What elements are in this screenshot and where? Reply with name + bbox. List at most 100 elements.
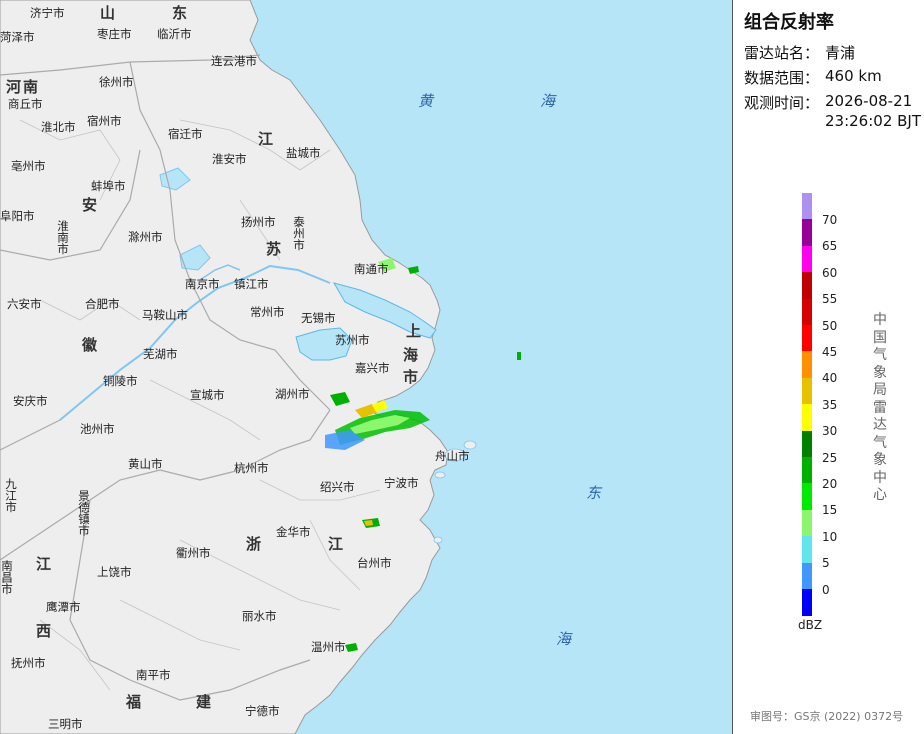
info-panel: 组合反射率 雷达站名： 青浦 数据范围： 460 km 观测时间： 2026-0… bbox=[734, 0, 924, 734]
legend-swatch bbox=[802, 562, 812, 590]
legend-swatch bbox=[802, 536, 812, 564]
city-label: 商丘市 bbox=[8, 97, 43, 111]
city-label: 三明市 bbox=[48, 717, 83, 731]
sea-label: 黄 bbox=[418, 92, 434, 110]
issuer-char: 达 bbox=[873, 417, 887, 433]
city-label: 徐州市 bbox=[99, 75, 134, 89]
city-label: 宿迁市 bbox=[168, 127, 203, 141]
city-label: 泰州市 bbox=[292, 216, 306, 251]
city-label: 九江市 bbox=[4, 478, 18, 513]
city-label: 阜阳市 bbox=[0, 209, 35, 223]
city-label: 池州市 bbox=[80, 422, 115, 436]
city-label: 无锡市 bbox=[301, 311, 336, 325]
issuer-char: 中 bbox=[873, 312, 887, 328]
city-label: 镇江市 bbox=[234, 277, 269, 291]
city-label: 盐城市 bbox=[286, 146, 321, 160]
city-label: 六安市 bbox=[7, 297, 42, 311]
city-label: 蚌埠市 bbox=[91, 179, 126, 193]
city-label: 宁波市 bbox=[384, 476, 419, 490]
legend-unit: dBZ bbox=[798, 618, 823, 632]
legend-swatch bbox=[802, 430, 812, 458]
city-label: 淮南市 bbox=[56, 220, 70, 255]
station-row: 雷达站名： 青浦 bbox=[744, 42, 855, 63]
legend-label: 10 bbox=[822, 529, 838, 544]
legend-label: 65 bbox=[822, 239, 838, 254]
province-label: 浙 bbox=[246, 535, 264, 553]
city-label: 抚州市 bbox=[11, 656, 46, 670]
city-label: 衢州市 bbox=[176, 546, 211, 560]
legend-swatch bbox=[802, 325, 812, 352]
legend-swatch bbox=[802, 509, 812, 537]
legend-label: 15 bbox=[822, 503, 838, 518]
province-label: 江 bbox=[36, 555, 54, 573]
city-label: 上饶市 bbox=[97, 565, 132, 579]
city-label: 嘉兴市 bbox=[355, 361, 390, 375]
issuer-char: 象 bbox=[873, 452, 887, 468]
city-label: 淮安市 bbox=[212, 152, 247, 166]
legend-swatch bbox=[802, 404, 812, 432]
product-title: 组合反射率 bbox=[744, 12, 834, 33]
legend-label: 30 bbox=[822, 424, 838, 439]
city-label: 铜陵市 bbox=[103, 374, 138, 388]
time-clock: 23:26:02 BJT bbox=[825, 112, 922, 130]
city-label: 绍兴市 bbox=[320, 480, 355, 494]
legend-label: 5 bbox=[822, 556, 830, 571]
issuer-label: 中国气象局雷达气象中心 bbox=[872, 312, 888, 505]
city-label: 马鞍山市 bbox=[142, 308, 188, 322]
legend-label: 60 bbox=[822, 265, 838, 280]
legend-label: 20 bbox=[822, 477, 838, 491]
issuer-char: 气 bbox=[873, 347, 887, 363]
city-label: 鹰潭市 bbox=[46, 600, 81, 614]
time-row-2: 23:26:02 BJT bbox=[744, 112, 921, 130]
province-label: 上 bbox=[406, 322, 424, 340]
issuer-char: 心 bbox=[873, 487, 887, 503]
city-label: 芜湖市 bbox=[143, 347, 178, 361]
city-label: 苏州市 bbox=[335, 333, 370, 347]
legend-swatch bbox=[802, 193, 812, 220]
station-value: 青浦 bbox=[825, 44, 856, 62]
city-label: 安庆市 bbox=[13, 394, 48, 408]
province-label: 山 bbox=[100, 4, 118, 22]
city-label: 台州市 bbox=[357, 556, 392, 570]
issuer-char: 国 bbox=[873, 329, 887, 346]
issuer-char: 中 bbox=[873, 469, 887, 486]
city-label: 淮北市 bbox=[41, 120, 76, 134]
time-label: 观测时间： bbox=[744, 94, 820, 112]
issuer-char: 象 bbox=[873, 364, 887, 381]
city-label: 黄山市 bbox=[128, 457, 163, 471]
city-label: 南京市 bbox=[185, 277, 220, 291]
city-label: 扬州市 bbox=[241, 215, 276, 229]
legend-label: 35 bbox=[822, 397, 838, 412]
time-row: 观测时间： 2026-08-21 bbox=[744, 92, 912, 113]
city-label: 南昌市 bbox=[0, 560, 14, 595]
city-label: 湖州市 bbox=[275, 387, 310, 401]
legend-swatch bbox=[802, 589, 812, 616]
city-label: 滁州市 bbox=[128, 230, 163, 244]
range-value: 460 km bbox=[825, 67, 882, 85]
station-label: 雷达站名： bbox=[744, 44, 820, 62]
province-label: 海 bbox=[403, 346, 421, 364]
time-date: 2026-08-21 bbox=[825, 92, 913, 110]
legend-label: 70 bbox=[822, 213, 838, 227]
city-label: 宁德市 bbox=[245, 704, 280, 718]
city-label: 菏泽市 bbox=[0, 30, 35, 44]
city-label: 景德镇市 bbox=[77, 490, 91, 536]
legend-swatch bbox=[802, 219, 812, 247]
legend-label: 40 bbox=[822, 371, 838, 386]
province-label: 建 bbox=[196, 693, 214, 711]
city-label: 宿州市 bbox=[87, 114, 122, 128]
radar-map[interactable]: 山 东 河南 江 安 苏 徽 上 海 市 浙 江 江 西 福 建 黄 海 东 海… bbox=[0, 0, 733, 734]
legend-swatch bbox=[802, 483, 812, 511]
city-label: 宣城市 bbox=[190, 388, 225, 402]
city-label: 济宁市 bbox=[30, 6, 65, 20]
province-label: 市 bbox=[403, 368, 421, 386]
sea-label: 东 bbox=[586, 484, 602, 502]
legend-swatch bbox=[802, 298, 812, 326]
city-label: 南通市 bbox=[354, 262, 389, 276]
province-label: 江 bbox=[258, 130, 276, 148]
legend-label: 25 bbox=[822, 450, 838, 465]
city-label: 常州市 bbox=[250, 305, 285, 319]
city-label: 杭州市 bbox=[234, 461, 269, 475]
legend-swatch bbox=[802, 272, 812, 300]
approval-number: 审图号：GS京 (2022) 0372号 bbox=[750, 710, 904, 723]
